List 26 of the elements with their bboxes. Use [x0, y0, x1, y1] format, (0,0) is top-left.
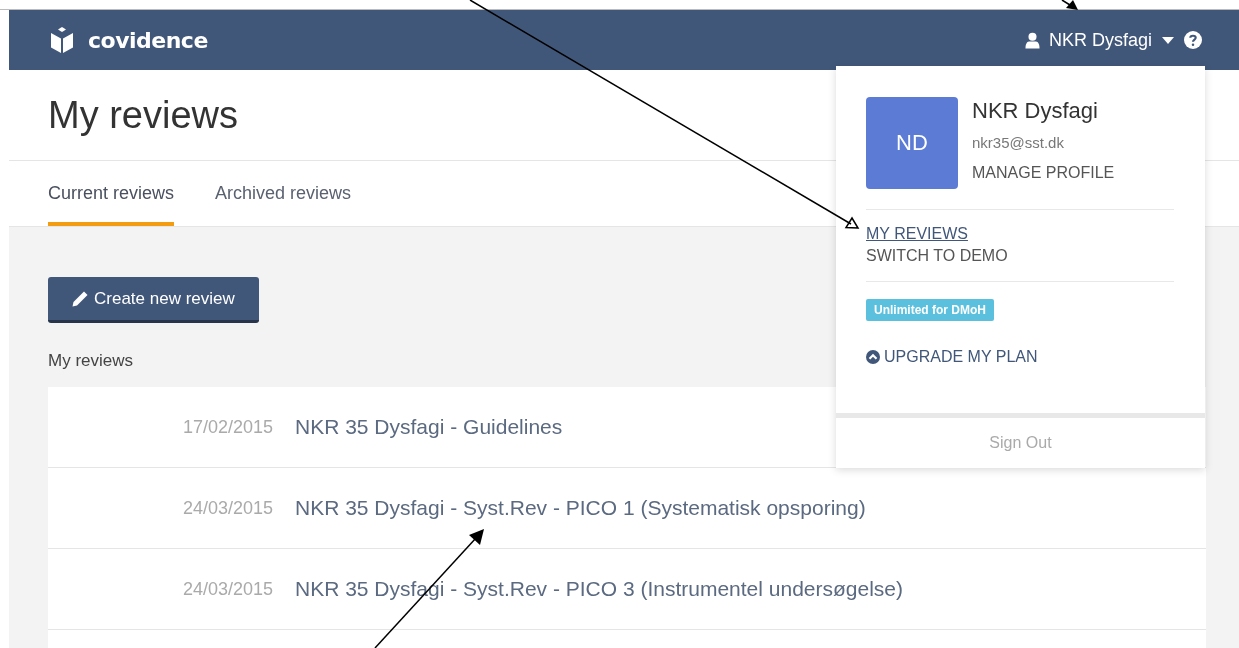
user-icon	[1024, 31, 1040, 49]
review-title-link[interactable]: NKR 35 Dysfagi - Guidelines	[295, 415, 563, 439]
annotation-arrow	[1061, 0, 1078, 10]
caret-icon	[1162, 36, 1174, 44]
pencil-icon	[72, 290, 88, 307]
chevron-up-circle-icon	[866, 350, 880, 364]
section-label: My reviews	[48, 351, 133, 371]
menu-item[interactable]: MY REVIEWS	[866, 225, 968, 243]
plan-badge: Unlimited for DMoH	[866, 299, 994, 321]
menu-item[interactable]: SWITCH TO DEMO	[866, 247, 1008, 265]
profile-email: nkr35@sst.dk	[972, 134, 1064, 151]
user-menu-toggle[interactable]: NKR Dysfagi	[1048, 29, 1152, 51]
help-icon[interactable]	[1184, 31, 1202, 49]
manage-profile-link[interactable]: MANAGE PROFILE	[972, 164, 1115, 182]
tab[interactable]: Archived reviews	[215, 161, 352, 226]
review-date: 24/03/2015	[181, 497, 273, 519]
review-date: 24/03/2015	[181, 578, 273, 600]
create-review-button[interactable]: Create new review	[48, 277, 259, 323]
avatar: ND	[866, 97, 958, 189]
review-date: 17/02/2015	[181, 416, 273, 438]
upgrade-plan-link[interactable]: UPGRADE MY PLAN	[884, 348, 1038, 366]
page-title: My reviews	[48, 93, 239, 137]
review-title-link[interactable]: NKR 35 Dysfagi - Syst.Rev - PICO 1 (Systematisk opsporing)	[295, 496, 866, 520]
profile-name: NKR Dysfagi	[972, 98, 1098, 124]
cube-logo-icon	[50, 26, 74, 54]
brand-name[interactable]: covidence	[88, 27, 208, 53]
